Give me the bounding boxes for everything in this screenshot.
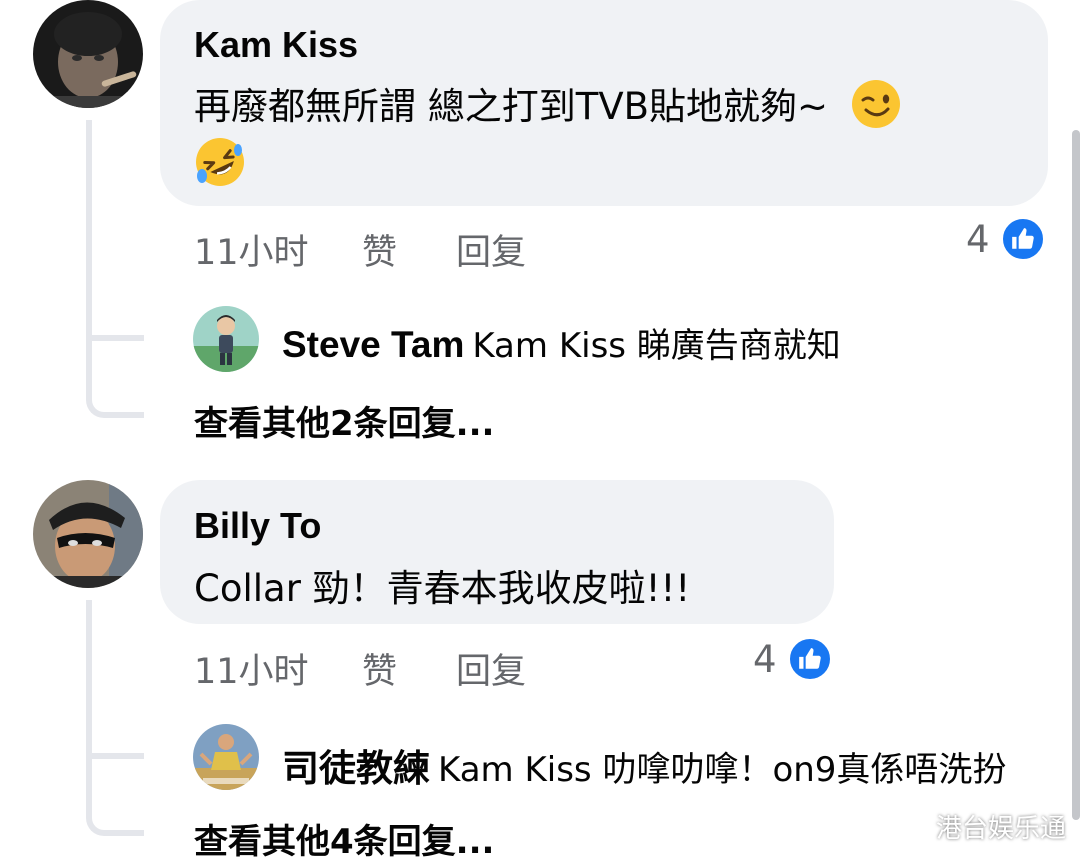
like-button-2[interactable]: 赞 <box>362 643 397 694</box>
reaction-summary-2[interactable]: 4 <box>753 636 833 682</box>
reply-button-2[interactable]: 回复 <box>456 643 526 694</box>
reply-button-1[interactable]: 回复 <box>456 224 526 275</box>
like-thumb-icon <box>999 216 1046 262</box>
like-count-1: 4 <box>966 217 990 261</box>
comment-time-2[interactable]: 11小时 <box>194 643 309 694</box>
comment-text-1-line2 <box>194 136 246 197</box>
rolling-laughing-emoji <box>194 136 246 197</box>
reply-text-2: Kam Kiss 叻嗱叻嗱！on9真係唔洗扮 <box>438 750 1007 790</box>
thread-line-1 <box>86 120 144 418</box>
reaction-summary-1[interactable]: 4 <box>966 216 1046 262</box>
wink-emoji <box>850 78 902 139</box>
scrollbar[interactable] <box>1072 130 1080 820</box>
reply-1: Steve Tam Kam Kiss 睇廣告商就知 <box>282 318 841 367</box>
avatar-steve-tam[interactable] <box>193 306 259 372</box>
comment-author-2[interactable]: Billy To <box>194 505 321 547</box>
avatar-szeto[interactable] <box>193 724 259 790</box>
thread-line-2 <box>86 600 144 836</box>
comment-text-2: Collar 勁！青春本我收皮啦!!! <box>194 567 691 610</box>
watermark: 港台娱乐通 <box>935 814 1066 844</box>
like-count-2: 4 <box>753 637 777 681</box>
comment-actions-2: 11小时 赞 回复 <box>194 643 594 692</box>
reply-text-1: Kam Kiss 睇廣告商就知 <box>472 326 841 366</box>
avatar-billy-to[interactable] <box>33 480 143 588</box>
like-thumb-icon <box>786 636 833 682</box>
comment-text-1: 再廢都無所謂 總之打到TVB貼地就夠~ <box>194 76 902 139</box>
thread-branch-1 <box>86 335 144 341</box>
thread-branch-2 <box>86 753 144 759</box>
comment-actions-1: 11小时 赞 回复 <box>194 224 594 273</box>
reply-2: 司徒教練 Kam Kiss 叻嗱叻嗱！on9真係唔洗扮 <box>282 738 1006 792</box>
view-more-replies-1[interactable]: 查看其他2条回复... <box>194 396 494 445</box>
view-more-replies-2[interactable]: 查看其他4条回复... <box>194 814 494 861</box>
like-button-1[interactable]: 赞 <box>362 224 397 275</box>
avatar-kam-kiss[interactable] <box>33 0 143 108</box>
reply-author-2[interactable]: 司徒教練 <box>282 748 430 789</box>
comment-time-1[interactable]: 11小时 <box>194 224 309 275</box>
comment-author-1[interactable]: Kam Kiss <box>194 24 358 66</box>
reply-author-1[interactable]: Steve Tam <box>282 324 464 365</box>
